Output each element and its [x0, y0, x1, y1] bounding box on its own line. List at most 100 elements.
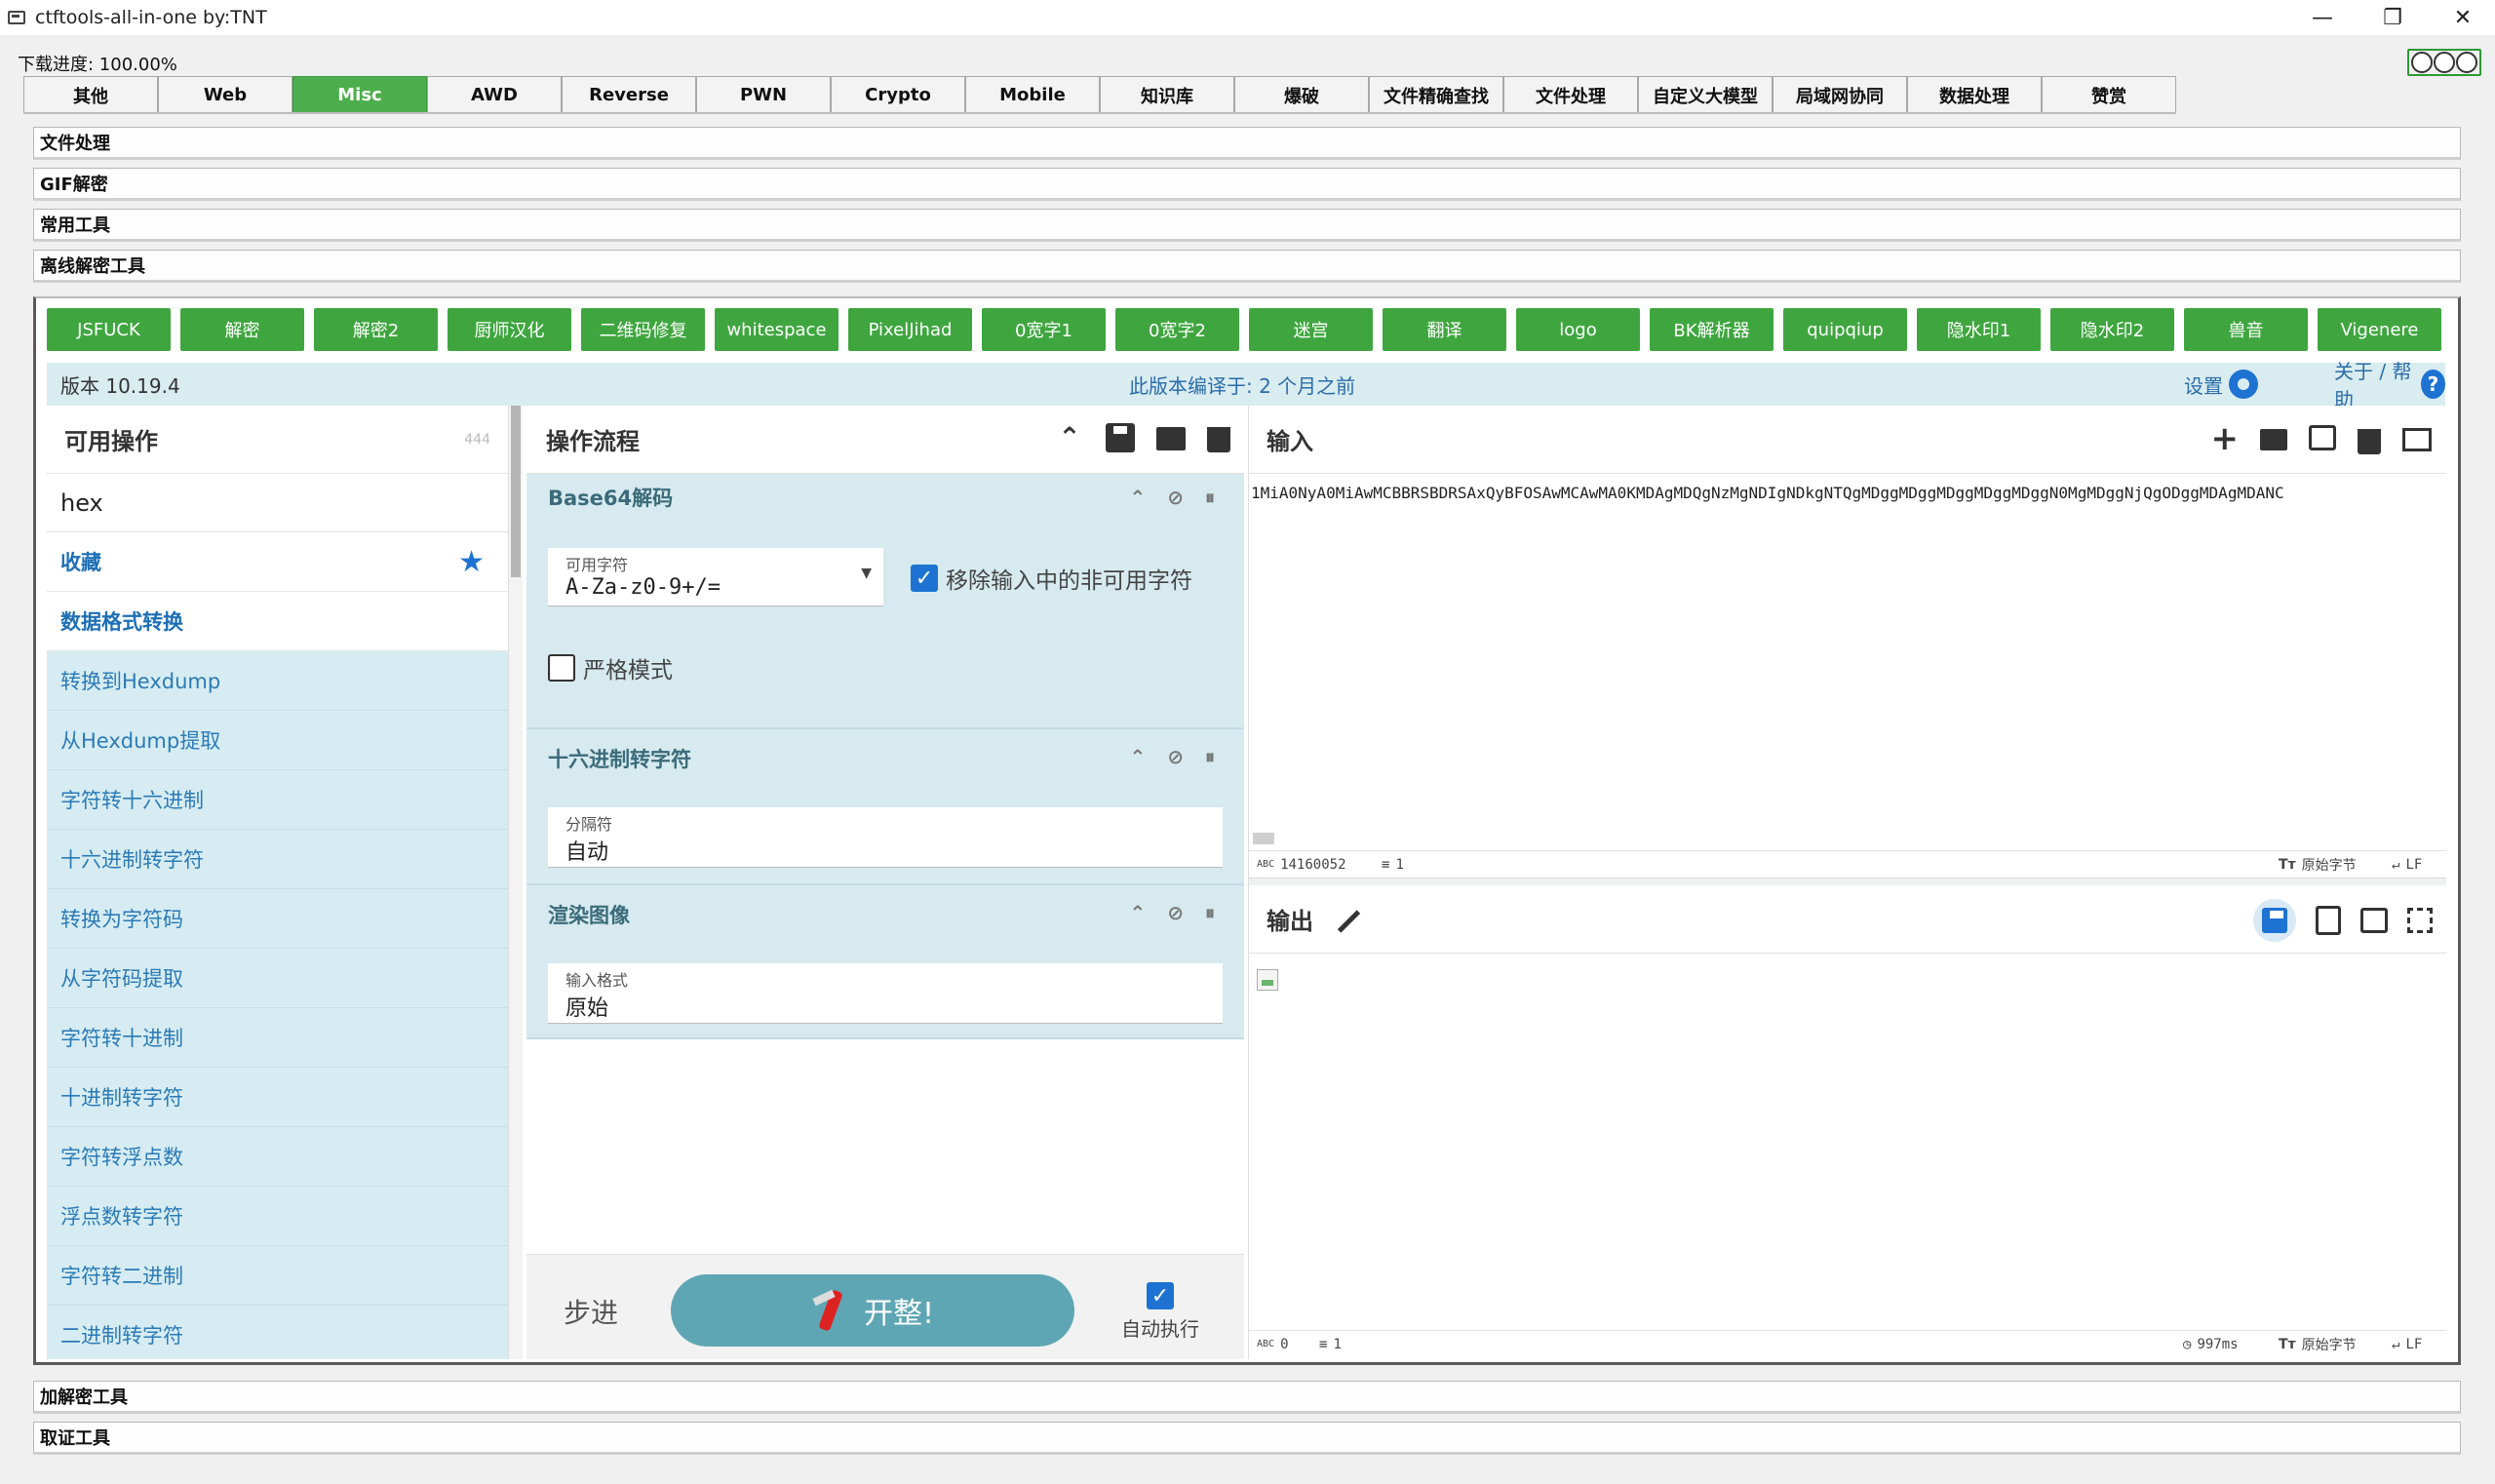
- tool-button-3[interactable]: 厨师汉化: [448, 308, 571, 351]
- remove-nonalpha-checkbox[interactable]: ✓ 移除输入中的非可用字符: [911, 562, 1192, 595]
- about-help-button[interactable]: 关于 / 帮助 ?: [2334, 356, 2445, 412]
- tool-button-5[interactable]: whitespace: [715, 308, 838, 351]
- tool-button-4[interactable]: 二维码修复: [581, 308, 705, 351]
- input-format-field[interactable]: 输入格式 原始: [548, 963, 1223, 1024]
- chevron-up-icon[interactable]: ⌃: [1129, 486, 1146, 509]
- add-tab-icon[interactable]: +: [2211, 422, 2240, 455]
- tab-13[interactable]: 局域网协同: [1773, 76, 1907, 113]
- input-scrollbar[interactable]: [1253, 833, 1274, 844]
- tool-button-6[interactable]: PixelJihad: [848, 308, 972, 351]
- io-splitter[interactable]: [1249, 878, 2446, 885]
- tool-button-16[interactable]: 兽音: [2184, 308, 2308, 351]
- fullscreen-icon[interactable]: [2407, 908, 2433, 933]
- tab-11[interactable]: 文件处理: [1503, 76, 1638, 113]
- tool-button-15[interactable]: 隐水印2: [2050, 308, 2174, 351]
- tool-button-0[interactable]: JSFUCK: [47, 308, 171, 351]
- tool-button-13[interactable]: quipqiup: [1783, 308, 1907, 351]
- settings-button[interactable]: 设置: [2184, 370, 2258, 399]
- folder-icon[interactable]: [1156, 427, 1186, 450]
- tool-button-1[interactable]: 解密: [180, 308, 304, 351]
- copy-icon[interactable]: [2316, 906, 2341, 935]
- tab-1[interactable]: Web: [158, 76, 292, 113]
- operation-item[interactable]: 二进制转字符: [47, 1306, 508, 1359]
- input-encoding[interactable]: 原始字节: [2302, 855, 2357, 875]
- tab-0[interactable]: 其他: [23, 76, 158, 113]
- pause-icon[interactable]: ⏸: [1205, 745, 1215, 768]
- trash-icon[interactable]: [1207, 427, 1230, 452]
- category-favourites[interactable]: 收藏 ★: [47, 532, 508, 592]
- magic-wand-icon[interactable]: [1335, 906, 1362, 933]
- tab-5[interactable]: PWN: [696, 76, 831, 113]
- disable-icon[interactable]: ⊘: [1167, 901, 1184, 924]
- step-button[interactable]: 步进: [564, 1292, 618, 1331]
- minimize-button[interactable]: —: [2287, 0, 2358, 35]
- tool-button-8[interactable]: 0宽字2: [1115, 308, 1239, 351]
- close-button[interactable]: ✕: [2428, 0, 2495, 35]
- scrollbar-thumb[interactable]: [511, 406, 521, 577]
- operation-item[interactable]: 从Hexdump提取: [47, 711, 508, 770]
- operation-item[interactable]: 字符转十进制: [47, 1008, 508, 1068]
- tool-button-12[interactable]: BK解析器: [1650, 308, 1774, 351]
- section-common-tools[interactable]: 常用工具: [33, 209, 2461, 242]
- operations-search-input[interactable]: hex: [47, 474, 508, 532]
- tab-2[interactable]: Misc: [292, 76, 427, 113]
- operations-scrollbar[interactable]: [509, 406, 523, 1359]
- replace-input-icon[interactable]: [2360, 908, 2388, 933]
- input-textarea[interactable]: 1MiA0NyA0MiAwMCBBRSBDRSAxQyBFOSAwMCAwMA0…: [1251, 484, 2442, 502]
- save-icon[interactable]: [1106, 423, 1135, 452]
- strict-mode-checkbox[interactable]: 严格模式: [548, 651, 673, 684]
- tab-14[interactable]: 数据处理: [1907, 76, 2042, 113]
- delimiter-field[interactable]: 分隔符 自动: [548, 807, 1223, 868]
- tab-9[interactable]: 爆破: [1234, 76, 1369, 113]
- disable-icon[interactable]: ⊘: [1167, 745, 1184, 768]
- alphabet-select[interactable]: 可用字符 A-Za-z0-9+/= ▼: [548, 548, 883, 606]
- tab-8[interactable]: 知识库: [1100, 76, 1234, 113]
- tool-button-10[interactable]: 翻译: [1383, 308, 1506, 351]
- tab-10[interactable]: 文件精确查找: [1369, 76, 1503, 113]
- bake-button[interactable]: 开整!: [671, 1274, 1074, 1347]
- input-eol[interactable]: LF: [2405, 857, 2422, 873]
- operation-item[interactable]: 字符转十六进制: [47, 770, 508, 830]
- tool-button-17[interactable]: Vigenere: [2318, 308, 2441, 351]
- tool-button-11[interactable]: logo: [1516, 308, 1640, 351]
- category-data-format[interactable]: 数据格式转换: [47, 592, 508, 651]
- operation-item[interactable]: 十六进制转字符: [47, 830, 508, 889]
- open-file-icon[interactable]: [2309, 425, 2336, 450]
- pause-icon[interactable]: ⏸: [1205, 486, 1215, 509]
- section-crypto-tools[interactable]: 加解密工具: [33, 1381, 2461, 1414]
- auto-bake-checkbox[interactable]: ✓ 自动执行: [1121, 1282, 1199, 1342]
- tab-3[interactable]: AWD: [427, 76, 562, 113]
- tool-button-7[interactable]: 0宽字1: [982, 308, 1106, 351]
- section-file-processing[interactable]: 文件处理: [33, 127, 2461, 160]
- tool-button-14[interactable]: 隐水印1: [1917, 308, 2041, 351]
- section-offline-decrypt[interactable]: 离线解密工具: [33, 250, 2461, 283]
- operation-item[interactable]: 十进制转字符: [47, 1068, 508, 1127]
- pause-icon[interactable]: ⏸: [1205, 901, 1215, 924]
- section-forensics-tools[interactable]: 取证工具: [33, 1422, 2461, 1455]
- chevron-up-icon[interactable]: ⌃: [1055, 423, 1084, 452]
- folder-icon[interactable]: [2260, 429, 2287, 450]
- operation-item[interactable]: 字符转二进制: [47, 1246, 508, 1306]
- tab-12[interactable]: 自定义大模型: [1638, 76, 1773, 113]
- chevron-up-icon[interactable]: ⌃: [1129, 745, 1146, 768]
- operation-item[interactable]: 浮点数转字符: [47, 1187, 508, 1246]
- output-encoding[interactable]: 原始字节: [2302, 1335, 2357, 1354]
- operation-item[interactable]: 从字符码提取: [47, 949, 508, 1008]
- restore-button[interactable]: ❐: [2358, 0, 2428, 35]
- layout-icon[interactable]: [2402, 428, 2432, 451]
- tab-7[interactable]: Mobile: [965, 76, 1100, 113]
- operation-item[interactable]: 字符转浮点数: [47, 1127, 508, 1187]
- trash-icon[interactable]: [2358, 429, 2381, 454]
- tool-button-9[interactable]: 迷宫: [1249, 308, 1373, 351]
- operation-item[interactable]: 转换为字符码: [47, 889, 508, 949]
- disable-icon[interactable]: ⊘: [1167, 486, 1184, 509]
- output-eol[interactable]: LF: [2405, 1337, 2422, 1352]
- tool-button-2[interactable]: 解密2: [314, 308, 438, 351]
- section-gif-decrypt[interactable]: GIF解密: [33, 168, 2461, 201]
- operation-item[interactable]: 转换到Hexdump: [47, 651, 508, 711]
- tab-6[interactable]: Crypto: [831, 76, 965, 113]
- chevron-up-icon[interactable]: ⌃: [1129, 901, 1146, 924]
- save-output-button[interactable]: [2253, 899, 2296, 942]
- tab-15[interactable]: 赞赏: [2042, 76, 2176, 113]
- tab-4[interactable]: Reverse: [562, 76, 696, 113]
